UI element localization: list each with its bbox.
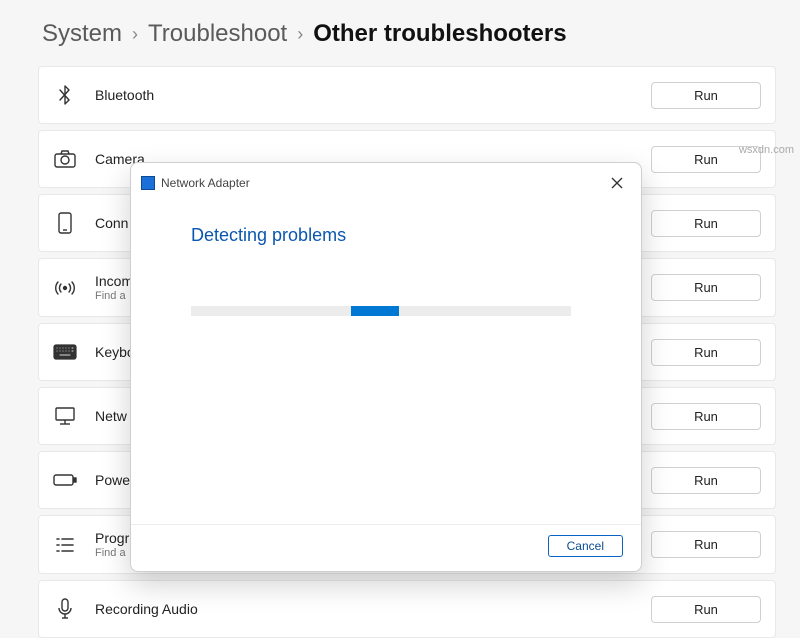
breadcrumb-system[interactable]: System: [42, 20, 122, 48]
watermark: wsxdn.com: [739, 144, 794, 156]
bluetooth-icon: [53, 83, 77, 107]
chevron-right-icon: ›: [132, 24, 138, 45]
battery-icon: [53, 468, 77, 492]
mic-icon: [53, 597, 77, 621]
troubleshooter-row-bluetooth: Bluetooth Run: [38, 66, 776, 124]
run-button[interactable]: Run: [651, 210, 761, 237]
run-button[interactable]: Run: [651, 531, 761, 558]
close-button[interactable]: [603, 171, 631, 195]
row-title: Bluetooth: [95, 87, 633, 103]
run-button[interactable]: Run: [651, 596, 761, 623]
troubleshooter-row-recording-audio: Recording Audio Run: [38, 580, 776, 638]
diagnostic-icon: [141, 176, 155, 190]
dialog-title: Network Adapter: [161, 176, 250, 190]
run-button[interactable]: Run: [651, 339, 761, 366]
run-button[interactable]: Run: [651, 274, 761, 301]
breadcrumb-troubleshoot[interactable]: Troubleshoot: [148, 20, 287, 48]
keyboard-icon: [53, 340, 77, 364]
run-button[interactable]: Run: [651, 82, 761, 109]
breadcrumb-other-troubleshooters: Other troubleshooters: [313, 20, 566, 48]
cancel-button[interactable]: Cancel: [548, 535, 623, 557]
row-title: Recording Audio: [95, 601, 633, 617]
progress-indicator: [351, 306, 399, 316]
progress-bar: [191, 306, 571, 316]
dialog-status: Detecting problems: [191, 225, 593, 246]
run-button[interactable]: Run: [651, 403, 761, 430]
run-button[interactable]: Run: [651, 467, 761, 494]
signal-icon: [53, 276, 77, 300]
chevron-right-icon: ›: [297, 24, 303, 45]
breadcrumb: System › Troubleshoot › Other troublesho…: [38, 20, 776, 48]
camera-icon: [53, 147, 77, 171]
phone-icon: [53, 211, 77, 235]
monitor-icon: [53, 404, 77, 428]
list-icon: [53, 533, 77, 557]
troubleshooter-dialog: Network Adapter Detecting problems Cance…: [130, 162, 642, 572]
